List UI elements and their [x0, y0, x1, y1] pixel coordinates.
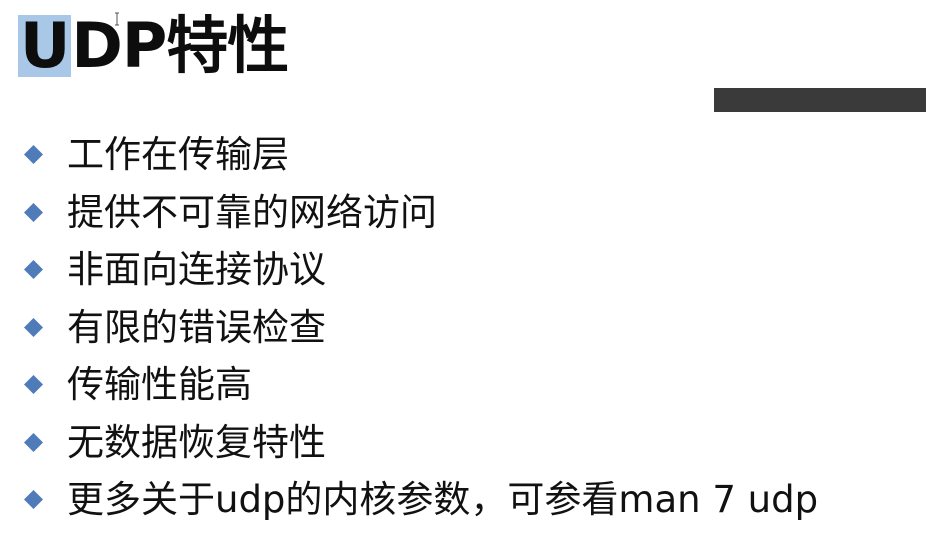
title-text: DP特性: [71, 9, 289, 82]
list-item: 非面向连接协议: [24, 241, 818, 299]
list-item: 无数据恢复特性: [24, 414, 818, 472]
list-item: 有限的错误检查: [24, 299, 818, 357]
slide: U DP特性 工作在传输层 提供不可靠的网络访问 非面向连接协议 有限的错误检查 …: [0, 0, 926, 551]
diamond-bullet-icon: [24, 145, 43, 165]
slide-title[interactable]: U DP特性: [18, 6, 289, 86]
bullet-text: 更多关于udp的内核参数，可参看man 7 udp: [67, 478, 819, 522]
list-item: 工作在传输层: [24, 126, 818, 184]
diamond-bullet-icon: [24, 490, 43, 510]
list-item: 传输性能高: [24, 356, 818, 414]
list-item: 提供不可靠的网络访问: [24, 184, 818, 242]
bullet-text: 无数据恢复特性: [67, 420, 326, 464]
diamond-bullet-icon: [24, 317, 43, 337]
diamond-bullet-icon: [24, 432, 43, 452]
bullet-text: 非面向连接协议: [67, 248, 326, 292]
bullet-text: 传输性能高: [67, 363, 252, 407]
bullet-list: 工作在传输层 提供不可靠的网络访问 非面向连接协议 有限的错误检查 传输性能高 …: [24, 126, 818, 529]
diamond-bullet-icon: [24, 260, 43, 280]
selected-title-text[interactable]: U: [18, 15, 72, 77]
list-item: 更多关于udp的内核参数，可参看man 7 udp: [24, 471, 818, 529]
text-cursor-icon: [115, 12, 119, 26]
diamond-bullet-icon: [24, 375, 43, 395]
bullet-text: 有限的错误检查: [67, 305, 326, 349]
bullet-text: 提供不可靠的网络访问: [67, 190, 437, 234]
header-accent-bar: [714, 88, 926, 112]
bullet-text: 工作在传输层: [67, 133, 289, 177]
diamond-bullet-icon: [24, 202, 43, 222]
